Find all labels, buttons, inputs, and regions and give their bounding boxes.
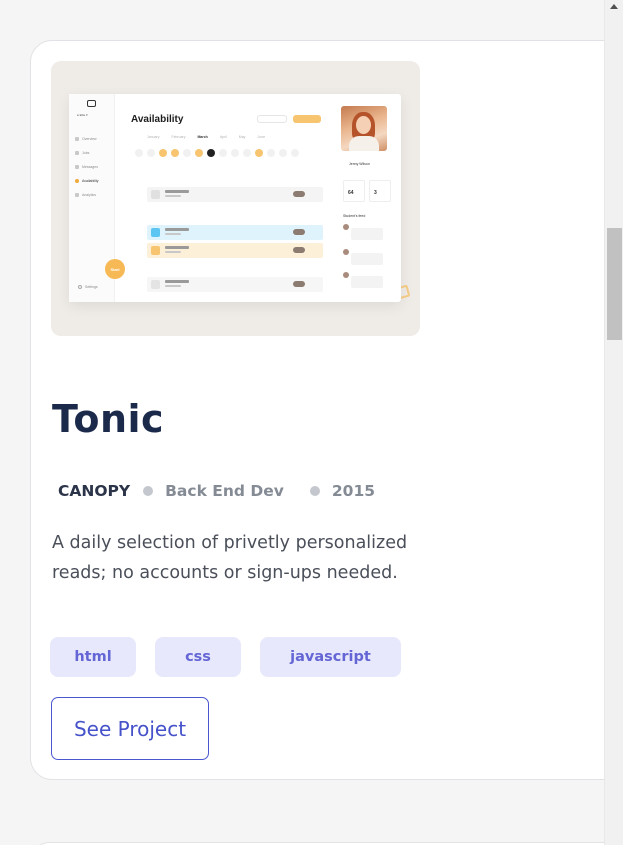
mock-day [207,149,215,157]
mock-profile-panel: Jenny Wilson 64 3 Student's feed [337,104,395,300]
mock-nav: Overview Jobs Messages Availability Anal… [75,132,98,202]
see-project-button[interactable]: See Project [51,697,209,760]
mock-day [291,149,299,157]
mock-day [195,149,203,157]
tag-css: css [155,637,241,677]
mock-nav-item: Overview [75,132,98,146]
tag-javascript: javascript [260,637,401,677]
mock-day [255,149,263,157]
mock-day [279,149,287,157]
project-client: CANOPY [58,482,131,500]
mock-dropdown [257,115,287,123]
mock-months: January February March April May June [147,135,266,139]
mock-profile-photo [341,106,387,151]
mock-days [135,149,299,157]
project-year: 2015 [331,482,376,500]
mock-lesson-row [147,243,323,258]
mock-nav-item: Messages [75,160,98,174]
mock-feed-title: Student's feed [343,214,366,218]
scroll-up-arrow-icon[interactable] [605,0,623,12]
mock-day [147,149,155,157]
mock-feed-item [343,224,383,242]
mock-logo-icon [87,100,96,107]
mock-stat: 3 [369,180,391,202]
tag-list: html css javascript [50,637,401,677]
gear-icon [78,285,82,289]
vertical-scrollbar[interactable] [604,0,623,845]
mock-day [267,149,275,157]
mock-feed-item [343,249,383,267]
page: ● Ellie ▾ Overview Jobs Messages Availab… [0,0,623,845]
mock-title: Availability [131,114,184,125]
mock-stats: 64 3 [343,180,391,202]
project-card: ● Ellie ▾ Overview Jobs Messages Availab… [30,40,623,780]
mock-feed-item [343,272,383,290]
mock-day [231,149,239,157]
mock-day [159,149,167,157]
mock-day [135,149,143,157]
mock-lesson-row [147,277,323,292]
mock-start-button: Start [105,259,125,279]
project-title: Tonic [52,397,165,441]
project-role: Back End Dev [165,482,284,500]
mock-lesson-row [147,187,323,202]
separator-dot [143,486,154,496]
mock-user: ● Ellie ▾ [77,113,88,117]
mock-add-button [293,115,321,123]
mock-nav-item: Analytics [75,188,98,202]
scrollbar-thumb[interactable] [607,228,622,340]
mock-stat: 64 [343,180,365,202]
mock-nav-item-active: Availability [75,174,98,188]
project-thumbnail[interactable]: ● Ellie ▾ Overview Jobs Messages Availab… [51,61,420,336]
mock-profile-name: Jenny Wilson [349,162,370,166]
tag-html: html [50,637,136,677]
mock-day [171,149,179,157]
mock-nav-item: Jobs [75,146,98,160]
mock-day [183,149,191,157]
project-meta: CANOPY Back End Dev 2015 [58,481,375,501]
mock-day [219,149,227,157]
project-description: A daily selection of privetly personaliz… [52,533,408,583]
mock-lesson-row [147,225,323,240]
mock-settings: Settings [78,285,98,289]
mock-day [243,149,251,157]
app-mockup: ● Ellie ▾ Overview Jobs Messages Availab… [69,94,401,302]
separator-dot [309,486,320,496]
